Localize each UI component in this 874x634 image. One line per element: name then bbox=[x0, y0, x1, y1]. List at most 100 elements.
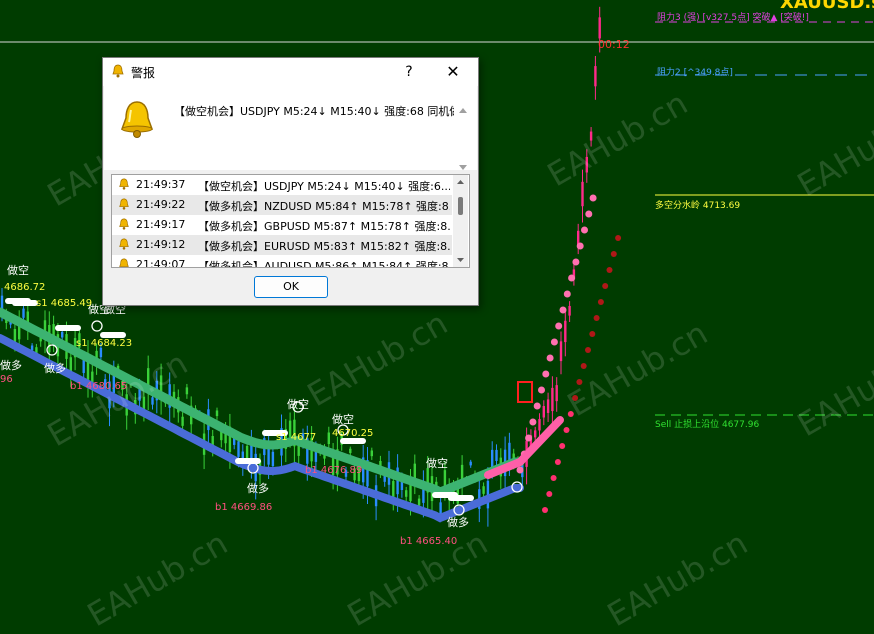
trend-dot bbox=[529, 418, 537, 426]
help-button[interactable]: ? bbox=[399, 62, 419, 82]
candle-body bbox=[370, 450, 373, 457]
signal-label-short: 做空 bbox=[7, 264, 29, 277]
candle-body bbox=[482, 486, 485, 494]
list-item[interactable]: 21:49:12 【做多机会】EURUSD M5:83↑ M15:82↑ 强度:… bbox=[112, 235, 452, 255]
alert-text: 【做多机会】EURUSD M5:83↑ M15:82↑ 强度:8... bbox=[198, 240, 450, 253]
signal-label-long: 做多 bbox=[44, 362, 66, 375]
trend-dot bbox=[555, 322, 563, 330]
trend-dot bbox=[568, 274, 576, 282]
trend-dot bbox=[572, 258, 580, 266]
ok-button[interactable]: OK bbox=[254, 276, 328, 298]
signal-label-long: 做多 bbox=[0, 359, 22, 372]
price-label-buy: b1 4669.86 bbox=[215, 502, 273, 513]
trend-dot bbox=[550, 338, 558, 346]
candle-body bbox=[392, 481, 395, 499]
candle-body bbox=[559, 341, 563, 362]
signal-icon bbox=[91, 320, 103, 332]
list-item[interactable]: 21:49:17 【做多机会】GBPUSD M5:87↑ M15:78↑ 强度:… bbox=[112, 215, 452, 235]
candle-body bbox=[327, 432, 330, 445]
candle-body bbox=[271, 451, 275, 467]
dialog-titlebar[interactable]: 警报 ? ✕ bbox=[103, 58, 478, 86]
price-label-sell: s1 4684.23 bbox=[76, 338, 133, 349]
bell-icon bbox=[119, 238, 129, 250]
candle-body bbox=[30, 345, 34, 351]
alert-time: 21:49:12 bbox=[136, 238, 186, 251]
candle-body bbox=[491, 449, 494, 468]
candle-body bbox=[542, 406, 545, 418]
trend-dot bbox=[559, 306, 567, 314]
candle-body bbox=[581, 181, 584, 207]
hline-label-resistance2: 阻力2 [^349.8点] bbox=[657, 68, 733, 78]
candle-body bbox=[417, 498, 421, 506]
candle-body bbox=[99, 347, 103, 358]
trend-dot bbox=[610, 251, 617, 257]
candle-body bbox=[405, 490, 408, 497]
list-item[interactable]: 21:49:22 【做多机会】NZDUSD M5:84↑ M15:78↑ 强度:… bbox=[112, 195, 452, 215]
trend-dot bbox=[615, 235, 622, 241]
candle-body bbox=[495, 449, 498, 461]
alert-text: 【做多机会】NZDUSD M5:84↑ M15:78↑ 强度:8... bbox=[198, 200, 450, 213]
trend-dot bbox=[538, 386, 545, 394]
price-label-sell: 4686.72 bbox=[4, 282, 46, 293]
list-item[interactable]: 21:49:37 【做空机会】USDJPY M5:24↓ M15:40↓ 强度:… bbox=[112, 175, 452, 195]
candle-body bbox=[82, 359, 85, 373]
candle-body bbox=[551, 387, 554, 412]
candle-body bbox=[22, 308, 25, 318]
trend-dot bbox=[546, 491, 553, 497]
price-label-sell: s1 4685.49 bbox=[36, 298, 93, 309]
trend-dot bbox=[581, 226, 588, 234]
dialog-title: 警报 bbox=[131, 66, 156, 80]
sell-marker bbox=[448, 495, 474, 501]
trend-dot bbox=[593, 315, 600, 321]
close-button[interactable]: ✕ bbox=[443, 62, 463, 82]
alert-dialog[interactable]: 警报 ? ✕ 【做空机会】USDJPY M5:24↓ M15:40↓ 强度:68… bbox=[102, 57, 479, 306]
trend-dot bbox=[597, 299, 604, 305]
candle-body bbox=[349, 448, 352, 454]
message-pane: 【做空机会】USDJPY M5:24↓ M15:40↓ 强度:68 同机做空 bbox=[104, 86, 477, 170]
alert-history-list[interactable]: 21:49:37 【做空机会】USDJPY M5:24↓ M15:40↓ 强度:… bbox=[111, 174, 470, 268]
trend-dot bbox=[589, 331, 596, 337]
alert-time: 21:49:37 bbox=[136, 178, 186, 191]
trend-dot bbox=[589, 194, 597, 202]
bar-countdown: 00:12 bbox=[598, 38, 630, 51]
trend-dot bbox=[542, 370, 550, 378]
candle-body bbox=[13, 329, 17, 343]
hline-label-watershed: 多空分水岭 4713.69 bbox=[655, 201, 741, 211]
alert-message: 【做空机会】USDJPY M5:24↓ M15:40↓ 强度:68 同机做空 bbox=[174, 105, 454, 118]
price-label-sell: 4670.25 bbox=[332, 428, 374, 439]
bell-icon bbox=[112, 64, 124, 78]
bell-icon bbox=[119, 198, 129, 210]
list-scrollbar[interactable] bbox=[453, 175, 468, 267]
signal-label-short: 做空 bbox=[287, 398, 309, 411]
bell-icon bbox=[119, 218, 129, 230]
trend-dot bbox=[563, 427, 570, 433]
scrollbar-thumb[interactable] bbox=[458, 197, 463, 215]
candle-body bbox=[538, 418, 541, 431]
sell-marker bbox=[55, 325, 81, 331]
candle-body bbox=[564, 320, 567, 343]
signal-label-short: 做空 bbox=[332, 413, 354, 426]
list-item[interactable]: 21:49:07 【做多机会】AUDUSD M5:86↑ M15:84↑ 强度:… bbox=[112, 255, 452, 268]
price-label-buy: b1 4665.40 bbox=[400, 536, 458, 547]
candle-body bbox=[215, 410, 219, 417]
signal-label-long: 做多 bbox=[447, 516, 469, 529]
alert-text: 【做空机会】USDJPY M5:24↓ M15:40↓ 强度:6... bbox=[198, 180, 450, 193]
candle-body bbox=[568, 305, 571, 316]
candle-body bbox=[237, 441, 240, 457]
alert-text: 【做多机会】AUDUSD M5:86↑ M15:84↑ 强度:8... bbox=[198, 260, 450, 268]
ma-band-pink bbox=[484, 416, 564, 479]
sell-marker bbox=[12, 300, 38, 306]
trend-dot bbox=[576, 242, 584, 250]
hline-label-resistance3: 阻力3 (强) [v327.5点] 突破▲ [突破!] bbox=[657, 13, 809, 23]
price-label-buy: b1 4680.65 bbox=[70, 381, 128, 392]
trend-dot bbox=[580, 363, 587, 369]
alert-time: 21:49:22 bbox=[136, 198, 186, 211]
message-scrollbar[interactable] bbox=[456, 104, 470, 174]
alert-time: 21:49:07 bbox=[136, 258, 186, 268]
candle-body bbox=[534, 430, 537, 438]
candle-body bbox=[61, 331, 64, 338]
candle-body bbox=[181, 416, 184, 426]
bell-icon bbox=[119, 178, 129, 190]
candle-body bbox=[185, 387, 189, 395]
candle-body bbox=[546, 399, 550, 413]
